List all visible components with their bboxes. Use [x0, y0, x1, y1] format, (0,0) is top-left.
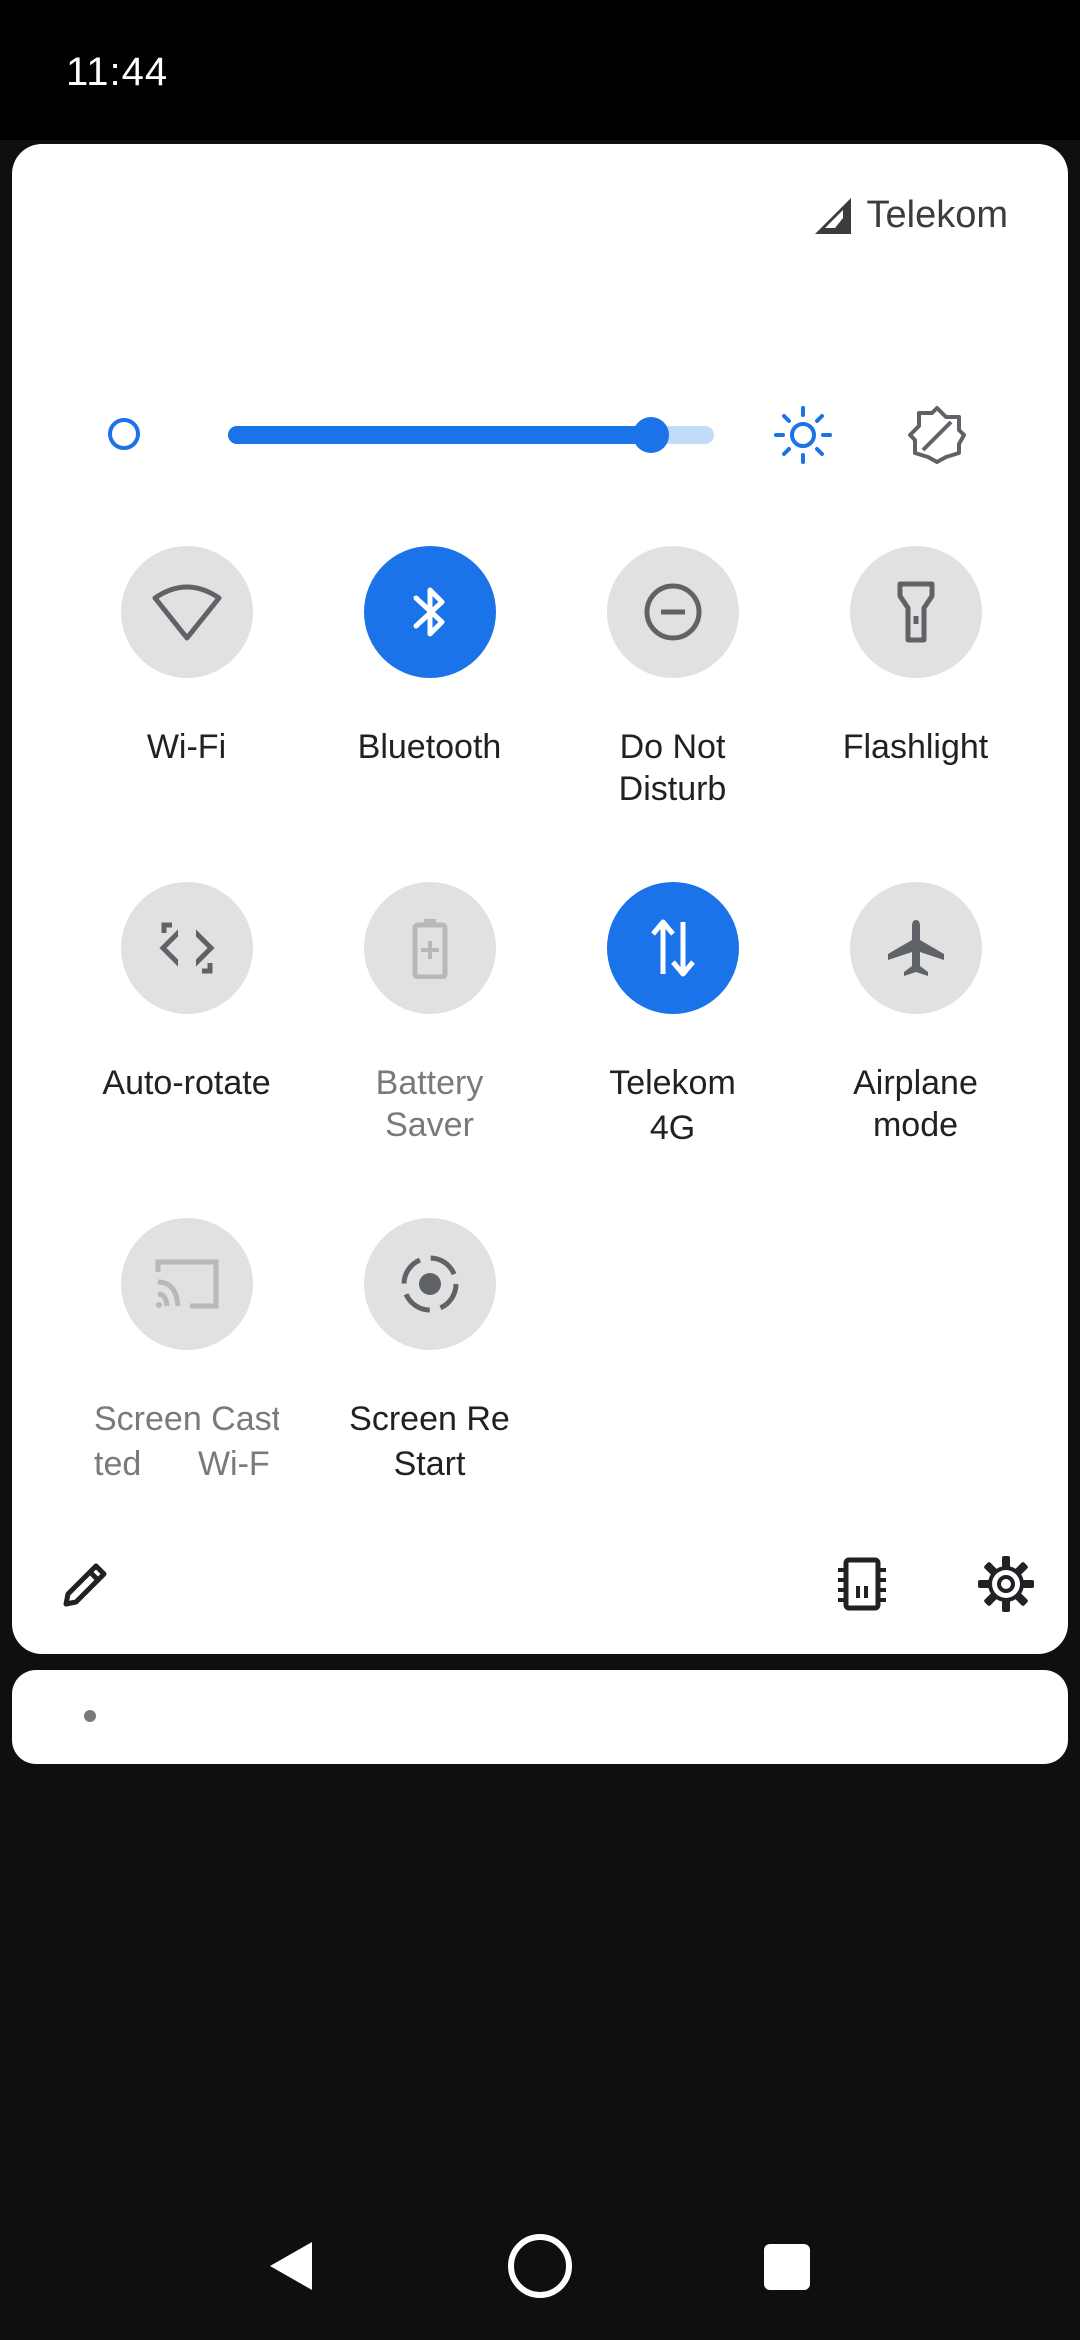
recents-icon[interactable] [764, 2244, 810, 2290]
tile-do-not-disturb[interactable]: Do Not Disturb [551, 546, 794, 810]
settings-gear-icon[interactable] [976, 1554, 1036, 1614]
tile-sublabel: ted Wi-F [94, 1445, 270, 1483]
tile-auto-rotate[interactable]: Auto-rotate [65, 882, 308, 1104]
tile-label: Wi-Fi [146, 728, 227, 766]
tile-flashlight[interactable]: Flashlight [794, 546, 1037, 768]
tile-mobile-data-toggle[interactable] [606, 882, 739, 1014]
brightness-slider[interactable] [228, 417, 714, 453]
tile-bluetooth[interactable]: Bluetooth [308, 546, 551, 768]
brightness-low-icon [108, 418, 140, 450]
tile-sublabel: 4G [649, 1109, 696, 1147]
tile-label: Battery Saver [375, 1064, 484, 1144]
tile-label: Flashlight [842, 728, 989, 766]
brightness-row [12, 384, 1068, 484]
tile-label: Telekom [609, 1064, 736, 1102]
tile-screen-cast[interactable]: Screen Cast ted Wi-F [65, 1218, 308, 1488]
carrier-indicator: Telekom [813, 194, 1009, 237]
do-not-disturb-icon [644, 583, 701, 641]
tile-label: Bluetooth [357, 728, 502, 766]
tile-label: Airplane mode [853, 1064, 978, 1144]
tile-wifi[interactable]: Wi-Fi [65, 546, 308, 768]
navigation-bar [0, 2200, 1080, 2340]
brightness-high-icon [774, 406, 832, 464]
edit-icon[interactable] [56, 1554, 116, 1614]
tile-battery-saver[interactable]: Battery Saver [308, 882, 551, 1146]
tile-screen-cast-toggle[interactable] [120, 1218, 253, 1350]
sim-card-icon[interactable] [832, 1554, 892, 1614]
signal-icon [814, 197, 851, 234]
brightness-slider-thumb[interactable] [632, 417, 669, 453]
wifi-icon [152, 584, 221, 641]
tile-screen-record[interactable]: Screen Re Start [308, 1218, 551, 1488]
notification-dot [84, 1710, 96, 1722]
tile-flashlight-toggle[interactable] [849, 546, 982, 678]
tile-auto-rotate-toggle[interactable] [120, 882, 253, 1014]
tile-mobile-data[interactable]: Telekom 4G [551, 882, 794, 1152]
status-bar: 11:44 [0, 0, 1080, 140]
tile-label: Screen Re [349, 1400, 510, 1438]
back-icon[interactable] [266, 2240, 314, 2292]
cast-icon [155, 1259, 218, 1309]
tile-wifi-toggle[interactable] [120, 546, 253, 678]
airplane-icon [887, 920, 944, 976]
brightness-slider-fill [228, 426, 651, 444]
tile-battery-saver-toggle[interactable] [363, 882, 496, 1014]
notification-card[interactable] [12, 1670, 1068, 1764]
quick-settings-panel: Telekom Wi-Fi Bluetooth Do Not Disturb F… [12, 144, 1068, 1654]
mobile-data-icon [650, 919, 695, 977]
tile-label: Auto-rotate [102, 1064, 271, 1102]
status-time: 11:44 [66, 50, 169, 94]
tile-label: Screen Cast [94, 1400, 279, 1438]
auto-rotate-icon [158, 919, 215, 977]
tile-bluetooth-toggle[interactable] [363, 546, 496, 678]
tile-airplane-mode[interactable]: Airplane mode [794, 882, 1037, 1146]
flashlight-icon [897, 581, 934, 643]
home-icon[interactable] [508, 2234, 572, 2298]
auto-brightness-icon[interactable] [906, 404, 968, 466]
battery-saver-icon [412, 919, 447, 979]
screen-record-icon [401, 1255, 458, 1313]
bluetooth-icon [413, 587, 444, 637]
carrier-label: Telekom [866, 194, 1009, 236]
tile-sublabel: Start [393, 1445, 466, 1483]
tile-airplane-toggle[interactable] [849, 882, 982, 1014]
tile-dnd-toggle[interactable] [606, 546, 739, 678]
tile-screen-record-toggle[interactable] [363, 1218, 496, 1350]
tile-label: Do Not Disturb [618, 728, 727, 808]
